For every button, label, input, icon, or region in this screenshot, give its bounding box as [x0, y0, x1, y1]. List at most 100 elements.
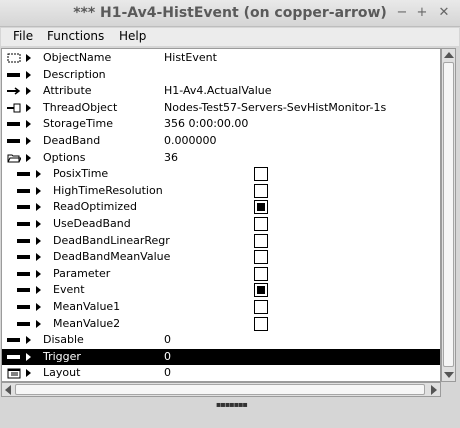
option-checkbox[interactable] — [254, 184, 268, 198]
expand-arrow-icon[interactable] — [36, 270, 41, 278]
attribute-list[interactable]: ObjectName HistEvent Description Attribute H… — [1, 48, 441, 382]
attribute-row-deadbandlinearregr[interactable]: DeadBandLinearRegr — [2, 233, 440, 249]
attribute-row-posixtime[interactable]: PosixTime — [2, 166, 440, 182]
attribute-row-attribute[interactable]: Attribute H1-Av4.ActualValue — [2, 83, 440, 99]
horizontal-scroll-thumb[interactable] — [15, 384, 425, 395]
scroll-down-icon[interactable] — [444, 372, 454, 378]
expand-arrow-icon[interactable] — [36, 303, 41, 311]
option-checkbox[interactable] — [254, 200, 268, 214]
status-area: ▪▪▪▪▪▪▪ — [1, 397, 459, 427]
attribute-row-event[interactable]: Event — [2, 282, 440, 298]
attribute-label: ThreadObject — [43, 101, 118, 114]
menu-functions[interactable]: Functions — [45, 29, 106, 43]
attribute-row-layout[interactable]: Layout 0 — [2, 365, 440, 381]
expand-arrow-icon[interactable] — [26, 120, 31, 128]
attribute-row-deadband[interactable]: DeadBand 0.000000 — [2, 133, 440, 149]
attribute-label: MeanValue2 — [53, 317, 121, 330]
option-checkbox[interactable] — [254, 167, 268, 181]
attribute-reference-icon — [7, 86, 21, 99]
attribute-icon — [17, 202, 31, 215]
attribute-label: Event — [53, 283, 85, 296]
attribute-row-options[interactable]: Options 36 — [2, 150, 440, 166]
attribute-value[interactable]: 356 0:00:00.00 — [164, 117, 248, 130]
attribute-label: MeanValue1 — [53, 300, 121, 313]
scroll-up-icon[interactable] — [444, 52, 454, 58]
option-checkbox[interactable] — [254, 300, 268, 314]
attribute-row-meanvalue1[interactable]: MeanValue1 — [2, 299, 440, 315]
option-checkbox[interactable] — [254, 267, 268, 281]
attribute-value[interactable]: 0 — [164, 366, 171, 379]
expand-arrow-icon[interactable] — [36, 286, 41, 294]
attribute-icon — [17, 285, 31, 298]
attribute-row-parameter[interactable]: Parameter — [2, 266, 440, 282]
attribute-value[interactable]: 0.000000 — [164, 134, 217, 147]
vertical-scrollbar[interactable] — [441, 48, 456, 382]
attribute-icon — [17, 302, 31, 315]
attribute-label: Trigger — [43, 350, 81, 363]
expand-arrow-icon[interactable] — [26, 54, 31, 62]
attribute-row-objectname[interactable]: ObjectName HistEvent — [2, 50, 440, 66]
attribute-label: Description — [43, 68, 106, 81]
option-checkbox[interactable] — [254, 234, 268, 248]
open-folder-icon — [7, 153, 22, 167]
option-checkbox[interactable] — [254, 217, 268, 231]
attribute-label: StorageTime — [43, 117, 113, 130]
maximize-icon[interactable]: + — [414, 5, 430, 20]
expand-arrow-icon[interactable] — [26, 137, 31, 145]
attribute-row-storagetime[interactable]: StorageTime 356 0:00:00.00 — [2, 116, 440, 132]
attribute-value[interactable]: Nodes-Test57-Servers-SevHistMonitor-1s — [164, 101, 386, 114]
menu-help[interactable]: Help — [117, 29, 148, 43]
attribute-row-meanvalue2[interactable]: MeanValue2 — [2, 316, 440, 332]
attribute-icon — [17, 236, 31, 249]
expand-arrow-icon[interactable] — [36, 253, 41, 261]
scroll-left-icon[interactable] — [5, 385, 11, 395]
expand-arrow-icon[interactable] — [26, 154, 31, 162]
expand-arrow-icon[interactable] — [36, 203, 41, 211]
menu-file[interactable]: File — [11, 29, 35, 43]
attribute-label: Parameter — [53, 267, 111, 280]
expand-arrow-icon[interactable] — [36, 320, 41, 328]
attribute-row-disable[interactable]: Disable 0 — [2, 332, 440, 348]
option-checkbox[interactable] — [254, 250, 268, 264]
resize-grip-icon[interactable]: ▪▪▪▪▪▪▪ — [216, 400, 248, 409]
vertical-scroll-thumb[interactable] — [443, 62, 454, 367]
attribute-label: HighTimeResolution — [53, 184, 163, 197]
attribute-value[interactable]: 0 — [164, 350, 171, 363]
attribute-row-readoptimized[interactable]: ReadOptimized — [2, 199, 440, 215]
attribute-row-hightimeresolution[interactable]: HighTimeResolution — [2, 183, 440, 199]
expand-arrow-icon[interactable] — [26, 87, 31, 95]
expand-arrow-icon[interactable] — [26, 369, 31, 377]
menu-bar: File Functions Help — [1, 28, 459, 46]
option-checkbox[interactable] — [254, 283, 268, 297]
expand-arrow-icon[interactable] — [26, 336, 31, 344]
expand-arrow-icon[interactable] — [36, 237, 41, 245]
attribute-row-trigger[interactable]: Trigger 0 — [2, 349, 440, 365]
option-checkbox[interactable] — [254, 317, 268, 331]
attribute-label: Options — [43, 151, 86, 164]
expand-arrow-icon[interactable] — [36, 170, 41, 178]
attribute-label: PosixTime — [53, 167, 109, 180]
expand-arrow-icon[interactable] — [26, 104, 31, 112]
expand-arrow-icon[interactable] — [36, 187, 41, 195]
attribute-row-usedeadband[interactable]: UseDeadBand — [2, 216, 440, 232]
close-icon[interactable]: ✕ — [436, 5, 452, 20]
attribute-icon — [17, 252, 31, 265]
horizontal-scrollbar[interactable] — [1, 382, 441, 397]
attribute-label: UseDeadBand — [53, 217, 131, 230]
attribute-value[interactable]: HistEvent — [164, 51, 217, 64]
expand-arrow-icon[interactable] — [26, 353, 31, 361]
attribute-value[interactable]: 36 — [164, 151, 178, 164]
expand-arrow-icon[interactable] — [36, 220, 41, 228]
attribute-row-deadbandmeanvalue[interactable]: DeadBandMeanValue — [2, 249, 440, 265]
title-bar[interactable]: *** H1-Av4-HistEvent (on copper-arrow) −… — [0, 0, 460, 27]
attribute-value[interactable]: H1-Av4.ActualValue — [164, 84, 272, 97]
minimize-icon[interactable]: − — [394, 5, 410, 20]
attribute-row-threadobject[interactable]: ThreadObject Nodes-Test57-Servers-SevHist… — [2, 100, 440, 116]
scroll-right-icon[interactable] — [431, 385, 437, 395]
attribute-label: DeadBandMeanValue — [53, 250, 171, 263]
attribute-label: DeadBand — [43, 134, 101, 147]
expand-arrow-icon[interactable] — [26, 71, 31, 79]
attribute-row-description[interactable]: Description — [2, 67, 440, 83]
attribute-value[interactable]: 0 — [164, 333, 171, 346]
attribute-label: Disable — [43, 333, 84, 346]
